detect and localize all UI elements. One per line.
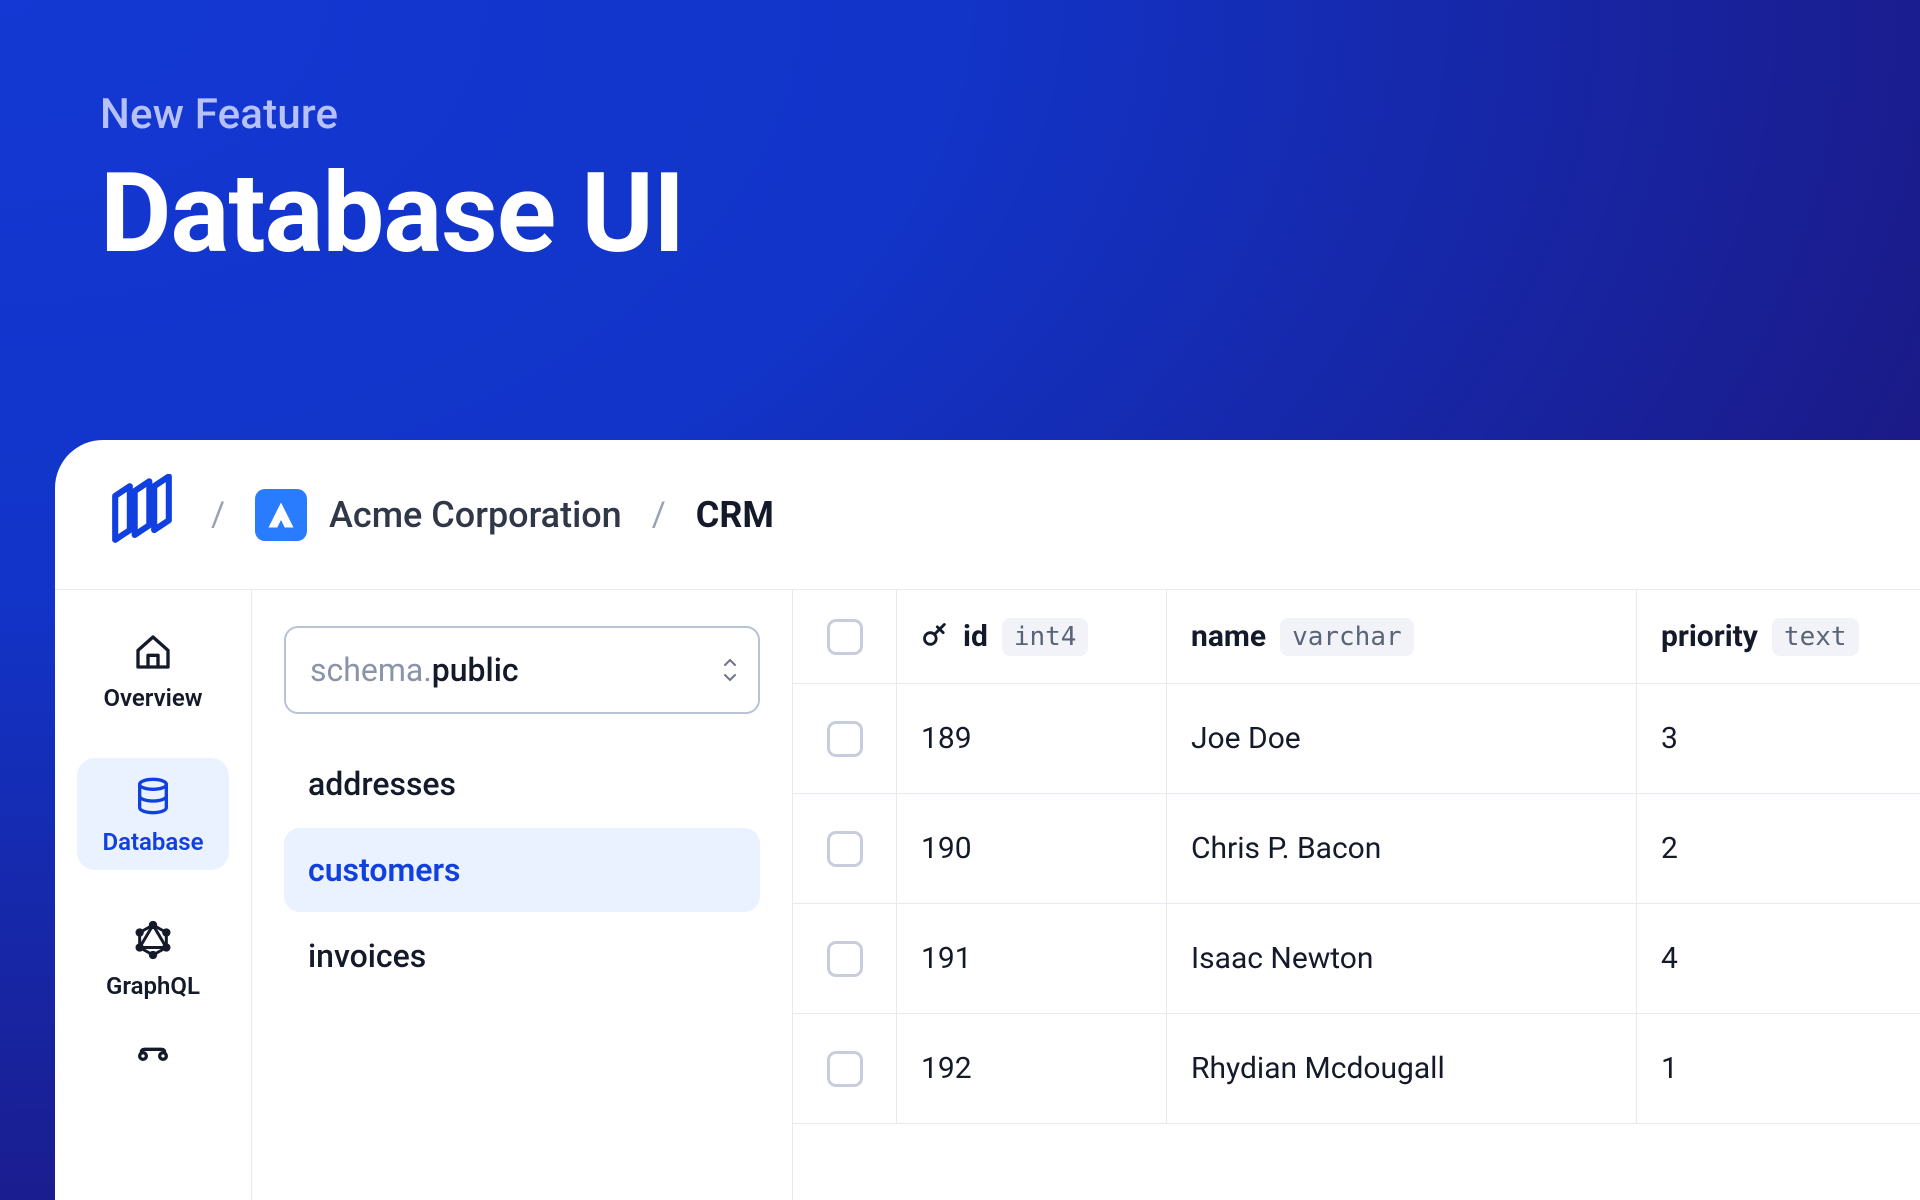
column-name: name — [1191, 619, 1266, 654]
cell-priority[interactable]: 3 — [1637, 684, 1920, 793]
table-item-addresses[interactable]: addresses — [284, 742, 760, 826]
cell-name[interactable]: Chris P. Bacon — [1167, 794, 1637, 903]
schema-value: public — [432, 651, 519, 689]
row-checkbox-cell — [793, 904, 897, 1013]
table-item-invoices[interactable]: invoices — [284, 914, 760, 998]
row-checkbox[interactable] — [827, 941, 863, 977]
topbar: / Acme Corporation / CRM — [55, 440, 1920, 590]
key-icon — [921, 621, 949, 653]
schema-select[interactable]: schema.public — [284, 626, 760, 714]
row-checkbox[interactable] — [827, 831, 863, 867]
breadcrumb-separator: / — [652, 495, 666, 535]
hero: New Feature Database UI — [100, 90, 684, 278]
cell-id[interactable]: 189 — [897, 684, 1167, 793]
cell-name[interactable]: Joe Doe — [1167, 684, 1637, 793]
table-row[interactable]: 192 Rhydian Mcdougall 1 — [793, 1014, 1920, 1124]
nav-item-overview[interactable]: Overview — [77, 614, 229, 726]
select-all-checkbox[interactable] — [827, 619, 863, 655]
nav-item-graphql[interactable]: GraphQL — [77, 902, 229, 1014]
breadcrumb-project[interactable]: CRM — [696, 494, 774, 536]
home-icon — [133, 632, 173, 676]
breadcrumb-separator: / — [211, 495, 225, 535]
cell-name[interactable]: Rhydian Mcdougall — [1167, 1014, 1637, 1123]
nav-item-extra[interactable] — [133, 1046, 173, 1090]
org-badge-icon — [255, 489, 307, 541]
nav-sidebar: Overview Database — [55, 590, 252, 1200]
header-checkbox-cell — [793, 590, 897, 683]
config-icon — [133, 1071, 173, 1090]
cell-name[interactable]: Isaac Newton — [1167, 904, 1637, 1013]
cell-id[interactable]: 191 — [897, 904, 1167, 1013]
column-type: int4 — [1002, 618, 1089, 656]
nav-item-label: Database — [102, 828, 203, 856]
column-header-id[interactable]: id int4 — [897, 590, 1167, 683]
hero-title: Database UI — [100, 149, 684, 278]
data-grid: id int4 name varchar priority text 189 — [792, 590, 1920, 1200]
org-name: Acme Corporation — [329, 494, 622, 536]
row-checkbox-cell — [793, 684, 897, 793]
row-checkbox-cell — [793, 794, 897, 903]
table-row[interactable]: 190 Chris P. Bacon 2 — [793, 794, 1920, 904]
cell-priority[interactable]: 4 — [1637, 904, 1920, 1013]
cell-priority[interactable]: 2 — [1637, 794, 1920, 903]
column-name: id — [963, 619, 988, 654]
graphql-icon — [133, 920, 173, 964]
row-checkbox[interactable] — [827, 721, 863, 757]
page-background: New Feature Database UI / Acme Corporati… — [0, 0, 1920, 1200]
table-item-customers[interactable]: customers — [284, 828, 760, 912]
nav-item-label: Overview — [103, 684, 202, 712]
row-checkbox-cell — [793, 1014, 897, 1123]
app-window: / Acme Corporation / CRM Overview — [55, 440, 1920, 1200]
column-type: varchar — [1280, 618, 1414, 656]
tables-sidebar: schema.public addresses customers invoic… — [252, 590, 792, 1200]
nav-item-database[interactable]: Database — [77, 758, 229, 870]
column-type: text — [1772, 618, 1859, 656]
breadcrumb-org[interactable]: Acme Corporation — [255, 489, 622, 541]
body: Overview Database — [55, 590, 1920, 1200]
select-chevrons-icon — [722, 658, 738, 682]
cell-id[interactable]: 190 — [897, 794, 1167, 903]
column-name: priority — [1661, 619, 1758, 654]
column-header-priority[interactable]: priority text — [1637, 590, 1920, 683]
table-row[interactable]: 191 Isaac Newton 4 — [793, 904, 1920, 1014]
grid-header: id int4 name varchar priority text — [793, 590, 1920, 684]
schema-prefix: schema. — [310, 651, 432, 689]
hero-kicker: New Feature — [100, 90, 684, 139]
nav-item-label: GraphQL — [106, 972, 200, 1000]
app-logo-icon — [103, 474, 181, 556]
database-icon — [133, 776, 173, 820]
tables-list: addresses customers invoices — [284, 742, 760, 998]
table-row[interactable]: 189 Joe Doe 3 — [793, 684, 1920, 794]
column-header-name[interactable]: name varchar — [1167, 590, 1637, 683]
cell-id[interactable]: 192 — [897, 1014, 1167, 1123]
cell-priority[interactable]: 1 — [1637, 1014, 1920, 1123]
row-checkbox[interactable] — [827, 1051, 863, 1087]
